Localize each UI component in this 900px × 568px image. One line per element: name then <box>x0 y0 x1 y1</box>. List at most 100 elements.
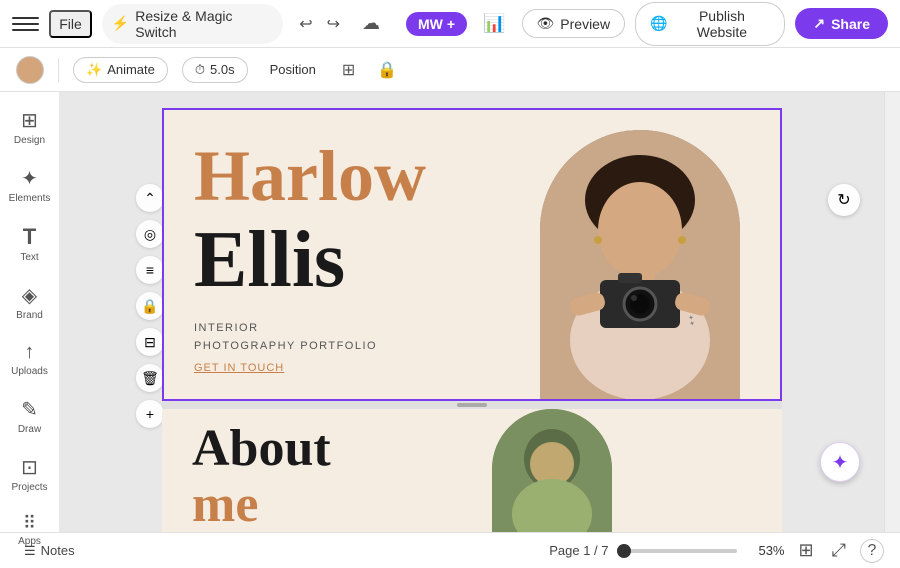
stats-button[interactable]: 📊 <box>477 7 511 40</box>
notes-label: Notes <box>41 543 75 558</box>
sidebar-text-label: Text <box>20 252 38 263</box>
person-photo: ✦✦ <box>540 130 740 400</box>
secondary-toolbar: ✨ Animate ⏱ 5.0s Position ⊞ 🔒 <box>0 48 900 92</box>
duration-label: 5.0s <box>210 62 235 77</box>
menu-icon[interactable] <box>12 10 39 38</box>
draw-icon: ✎ <box>21 397 38 422</box>
delete-canvas-button[interactable]: 🗑 <box>136 364 164 392</box>
redo-button[interactable]: ↪ <box>321 8 346 40</box>
zoom-level: 53% <box>745 543 785 558</box>
preview-label: Preview <box>560 16 610 32</box>
lock-icon[interactable]: 🔒 <box>373 56 401 84</box>
sidebar-design-label: Design <box>14 135 45 146</box>
sidebar-item-design[interactable]: ⊞ Design <box>4 100 56 154</box>
slide-2[interactable]: About me <box>162 409 782 532</box>
ai-magic-button[interactable]: ✦ <box>820 442 860 482</box>
eye-canvas-button[interactable]: ◎ <box>136 220 164 248</box>
brand-icon: ◈ <box>22 283 37 308</box>
expand-button[interactable]: ⤢ <box>828 536 850 565</box>
list-canvas-button[interactable]: ≡ <box>136 256 164 284</box>
notes-button[interactable]: ☰ Notes <box>16 539 83 563</box>
undo-button[interactable]: ↩ <box>293 8 318 40</box>
text-icon: T <box>23 224 36 250</box>
elements-icon: ✦ <box>21 166 38 191</box>
project-name-label: Resize & Magic Switch <box>135 8 273 40</box>
sidebar-item-text[interactable]: T Text <box>4 216 56 271</box>
animate-label: Animate <box>107 62 155 77</box>
animate-button[interactable]: ✨ Animate <box>73 57 168 83</box>
rotate-button[interactable]: ↻ <box>828 184 860 216</box>
slide1-harlow-text: Harlow <box>194 140 426 212</box>
duration-button[interactable]: ⏱ 5.0s <box>182 57 248 83</box>
projects-icon: ⊡ <box>21 455 38 480</box>
project-name-button[interactable]: ⚡ Resize & Magic Switch <box>102 4 283 44</box>
slide2-person-circle <box>492 409 612 532</box>
slide-scroll-indicator <box>162 401 782 409</box>
eye-icon: 👁 <box>537 15 555 32</box>
uploads-icon: ↑ <box>25 341 35 364</box>
page-slider[interactable] <box>617 549 737 553</box>
share-label: Share <box>831 16 870 32</box>
sidebar-item-brand[interactable]: ◈ Brand <box>4 275 56 329</box>
mw-badge-button[interactable]: MW + <box>406 12 467 36</box>
grid-view-button[interactable]: ⊞ <box>795 536 818 565</box>
canvas-tools: ⌃ ◎ ≡ 🔒 ⊟ 🗑 + <box>136 184 164 428</box>
bottom-bar: ☰ Notes Page 1 / 7 53% ⊞ ⤢ ? <box>0 532 900 568</box>
share-button[interactable]: ↗ Share <box>795 8 888 39</box>
globe-icon: 🌐 <box>650 15 667 32</box>
collapse-tool-button[interactable]: ⌃ <box>136 184 164 212</box>
slide2-person-svg <box>492 409 612 532</box>
notes-icon: ☰ <box>24 543 36 559</box>
slide1-cta-link[interactable]: GET IN TOUCH <box>194 362 284 374</box>
divider-1 <box>58 58 59 82</box>
lock-canvas-button[interactable]: 🔒 <box>136 292 164 320</box>
subtitle-line1: INTERIOR <box>194 320 377 338</box>
publish-label: Publish Website <box>674 8 771 40</box>
sparkle-icon: ✨ <box>86 62 102 78</box>
slide2-about-text: About <box>192 423 331 475</box>
sidebar-item-uploads[interactable]: ↑ Uploads <box>4 333 56 385</box>
arch-image-container: ✦✦ <box>540 130 740 400</box>
sidebar: ⊞ Design ✦ Elements T Text ◈ Brand ↑ Upl… <box>0 92 60 532</box>
subtitle-line2: PHOTOGRAPHY PORTFOLIO <box>194 338 377 356</box>
undo-redo-group: ↩ ↪ <box>293 8 346 40</box>
canvas-area[interactable]: ⌃ ◎ ≡ 🔒 ⊟ 🗑 + ↻ Harlow Ellis INTERIOR PH… <box>60 92 884 532</box>
top-toolbar: File ⚡ Resize & Magic Switch ↩ ↪ ☁ MW + … <box>0 0 900 48</box>
slide2-me-text: me <box>192 479 258 531</box>
color-picker-button[interactable] <box>16 56 44 84</box>
sidebar-uploads-label: Uploads <box>11 366 48 377</box>
sidebar-elements-label: Elements <box>9 193 51 204</box>
cloud-save-button[interactable]: ☁ <box>356 7 386 40</box>
sidebar-projects-label: Projects <box>11 482 47 493</box>
slide-1[interactable]: Harlow Ellis INTERIOR PHOTOGRAPHY PORTFO… <box>162 108 782 401</box>
person-svg: ✦✦ <box>540 130 740 400</box>
preview-button[interactable]: 👁 Preview <box>522 9 626 38</box>
canvas-wrapper: Harlow Ellis INTERIOR PHOTOGRAPHY PORTFO… <box>162 108 782 532</box>
plus-icon: + <box>447 16 455 32</box>
sidebar-draw-label: Draw <box>18 424 41 435</box>
file-menu-button[interactable]: File <box>49 10 92 38</box>
apps-icon: ⠿ <box>23 513 36 534</box>
slide1-ellis-text: Ellis <box>194 220 345 300</box>
help-button[interactable]: ? <box>860 539 884 563</box>
mw-label: MW <box>418 16 443 32</box>
arch-shape: ✦✦ <box>540 130 740 400</box>
sidebar-brand-label: Brand <box>16 310 43 321</box>
position-button[interactable]: Position <box>262 58 324 81</box>
sidebar-item-elements[interactable]: ✦ Elements <box>4 158 56 212</box>
page-label: Page 1 / 7 <box>549 543 608 558</box>
slide1-subtitle: INTERIOR PHOTOGRAPHY PORTFOLIO <box>194 320 377 355</box>
publish-website-button[interactable]: 🌐 Publish Website <box>635 2 785 46</box>
add-canvas-button[interactable]: + <box>136 400 164 428</box>
sidebar-item-projects[interactable]: ⊡ Projects <box>4 447 56 501</box>
right-panel <box>884 92 900 532</box>
main-layout: ⊞ Design ✦ Elements T Text ◈ Brand ↑ Upl… <box>0 92 900 532</box>
clock-icon: ⏱ <box>195 62 205 78</box>
page-info: Page 1 / 7 53% <box>549 543 784 558</box>
scroll-dot <box>457 403 487 407</box>
design-icon: ⊞ <box>21 108 38 133</box>
share-icon: ↗ <box>813 15 825 32</box>
align-icon[interactable]: ⊞ <box>338 56 359 84</box>
layers-canvas-button[interactable]: ⊟ <box>136 328 164 356</box>
sidebar-item-draw[interactable]: ✎ Draw <box>4 389 56 443</box>
